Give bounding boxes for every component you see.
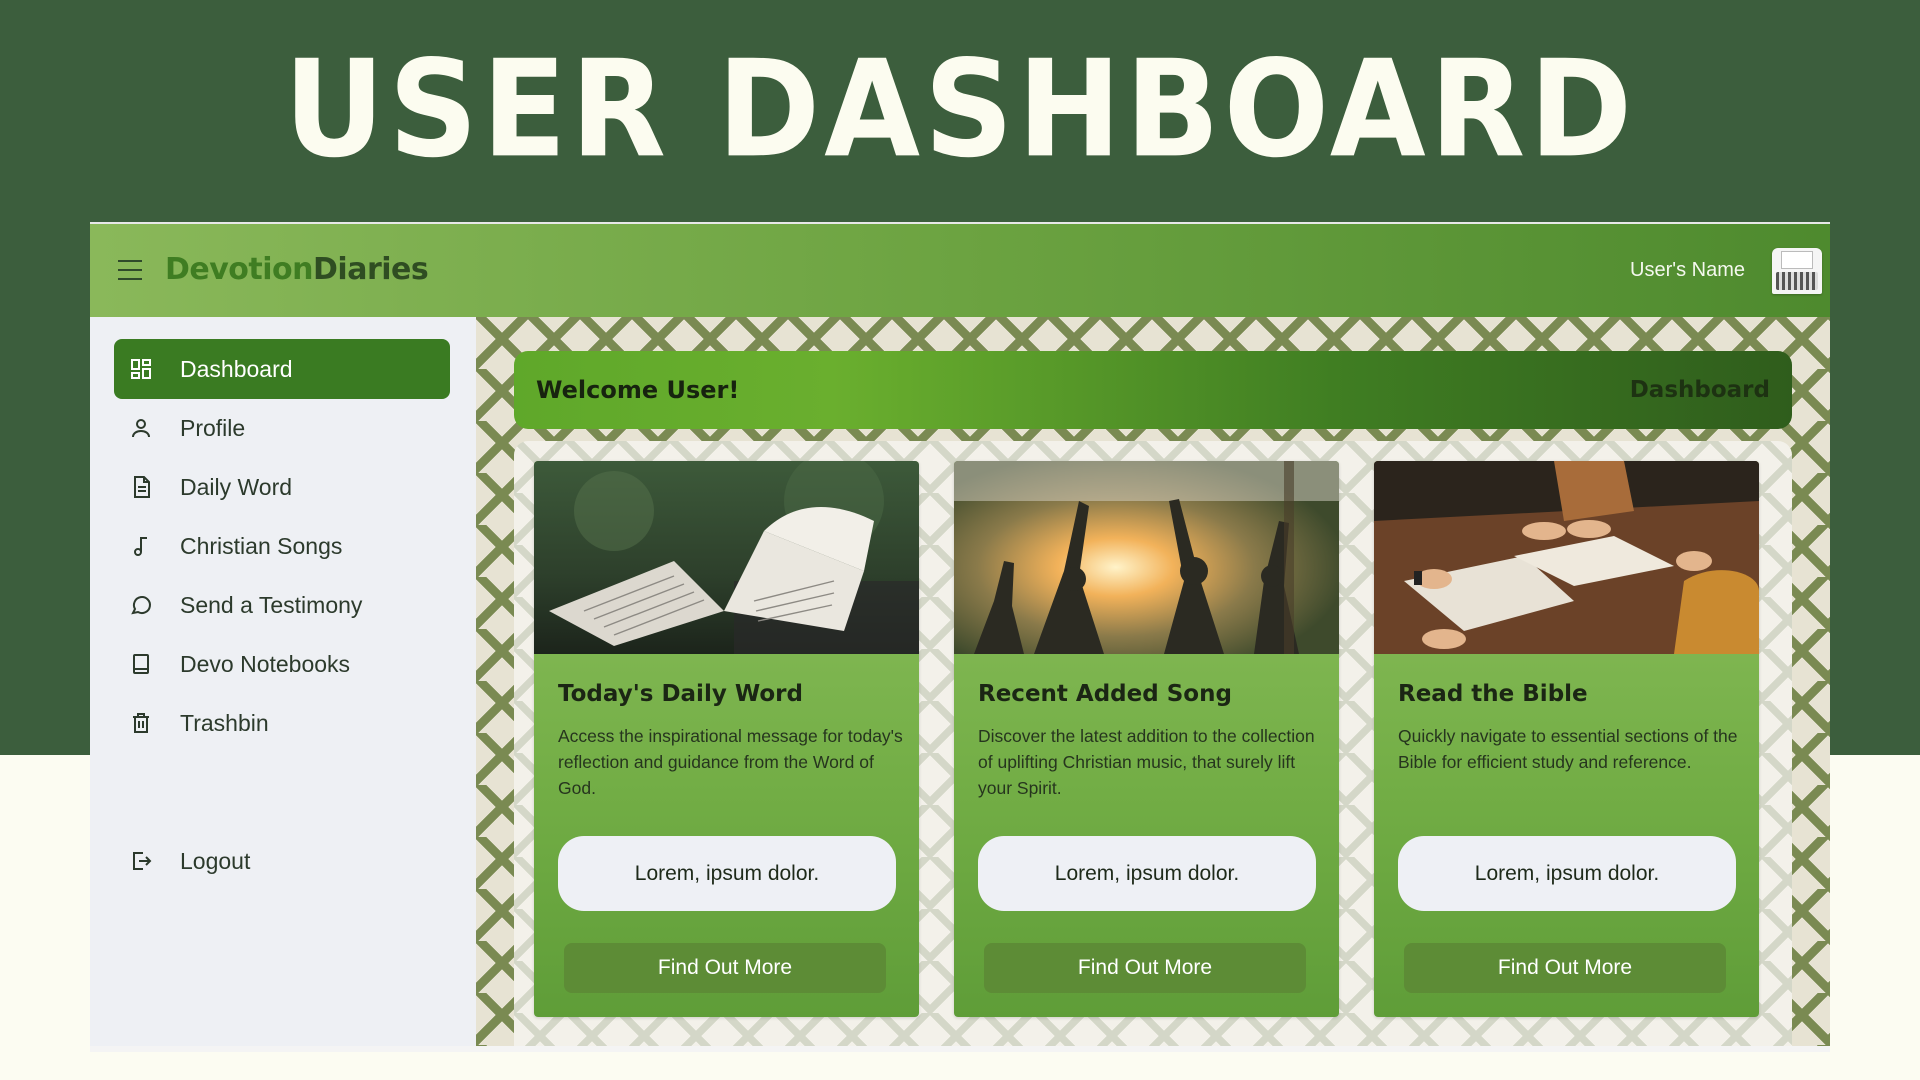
card-description: Quickly navigate to essential sections o… [1398, 726, 1738, 772]
sidebar-item-label: Devo Notebooks [180, 650, 351, 677]
sidebar-item-label: Trashbin [180, 709, 269, 736]
sidebar-item-label: Send a Testimony [180, 591, 363, 618]
chat-bubble-icon [128, 592, 154, 618]
top-navbar: DevotionDiaries User's Name [90, 224, 1830, 317]
card-title: Recent Added Song [978, 681, 1232, 707]
avatar[interactable] [1772, 248, 1822, 294]
card-pill: Lorem, ipsum dolor. [1398, 836, 1736, 911]
notebook-icon [128, 651, 154, 677]
hamburger-menu-icon[interactable] [118, 260, 142, 280]
card-pill: Lorem, ipsum dolor. [558, 836, 896, 911]
sidebar-item-profile[interactable]: Profile [114, 398, 450, 458]
app-window: DevotionDiaries User's Name Dashboard Pr… [90, 222, 1830, 1052]
card-description: Discover the latest addition to the coll… [978, 726, 1315, 798]
dashboard-icon [128, 356, 154, 382]
sidebar-item-daily-word[interactable]: Daily Word [114, 457, 450, 517]
poster-title: USER DASHBOARD [283, 32, 1637, 188]
cards-panel: Today's Daily Word Access the inspiratio… [514, 441, 1792, 1052]
card-title: Read the Bible [1398, 681, 1588, 707]
find-out-more-button[interactable]: Find Out More [564, 943, 886, 993]
sidebar-item-devo-notebooks[interactable]: Devo Notebooks [114, 634, 450, 694]
sidebar-item-send-testimony[interactable]: Send a Testimony [114, 575, 450, 635]
logout-icon [128, 848, 154, 874]
card-description: Access the inspirational message for tod… [558, 726, 903, 798]
sidebar-item-label: Daily Word [180, 473, 293, 500]
bible-study-photo [1374, 461, 1759, 654]
brand-part-devotion: Devotion [165, 252, 314, 287]
sidebar-item-trashbin[interactable]: Trashbin [114, 693, 450, 753]
sidebar-item-label: Christian Songs [180, 532, 343, 559]
sidebar-item-label: Dashboard [180, 355, 293, 382]
sidebar-item-logout[interactable]: Logout [114, 831, 450, 891]
card-title: Today's Daily Word [558, 681, 803, 707]
open-bible-photo [534, 461, 919, 654]
card-read-bible: Read the Bible Quickly navigate to essen… [1374, 461, 1759, 1017]
brand-part-diaries: Diaries [313, 252, 429, 287]
find-out-more-button[interactable]: Find Out More [1404, 943, 1726, 993]
sidebar-item-christian-songs[interactable]: Christian Songs [114, 516, 450, 576]
brand-logo[interactable]: DevotionDiaries [165, 252, 429, 287]
trash-icon [128, 710, 154, 736]
card-recent-song: Recent Added Song Discover the latest ad… [954, 461, 1339, 1017]
sidebar-item-label: Profile [180, 414, 246, 441]
user-icon [128, 415, 154, 441]
welcome-text: Welcome User! [536, 376, 740, 404]
bottom-strip [90, 1046, 1830, 1052]
welcome-banner: Welcome User! Dashboard [514, 351, 1792, 429]
card-pill: Lorem, ipsum dolor. [978, 836, 1316, 911]
document-icon [128, 474, 154, 500]
sidebar-item-dashboard[interactable]: Dashboard [114, 339, 450, 399]
sidebar: Dashboard Profile Daily Word Christian S… [90, 317, 476, 1052]
logout-label: Logout [180, 847, 251, 874]
find-out-more-button[interactable]: Find Out More [984, 943, 1306, 993]
worship-crowd-photo [954, 461, 1339, 654]
card-daily-word: Today's Daily Word Access the inspiratio… [534, 461, 919, 1017]
breadcrumb[interactable]: Dashboard [1630, 377, 1770, 403]
main-content: Welcome User! Dashboard Today's Daily Wo… [476, 317, 1830, 1052]
music-note-icon [128, 533, 154, 559]
user-name[interactable]: User's Name [1630, 259, 1745, 282]
